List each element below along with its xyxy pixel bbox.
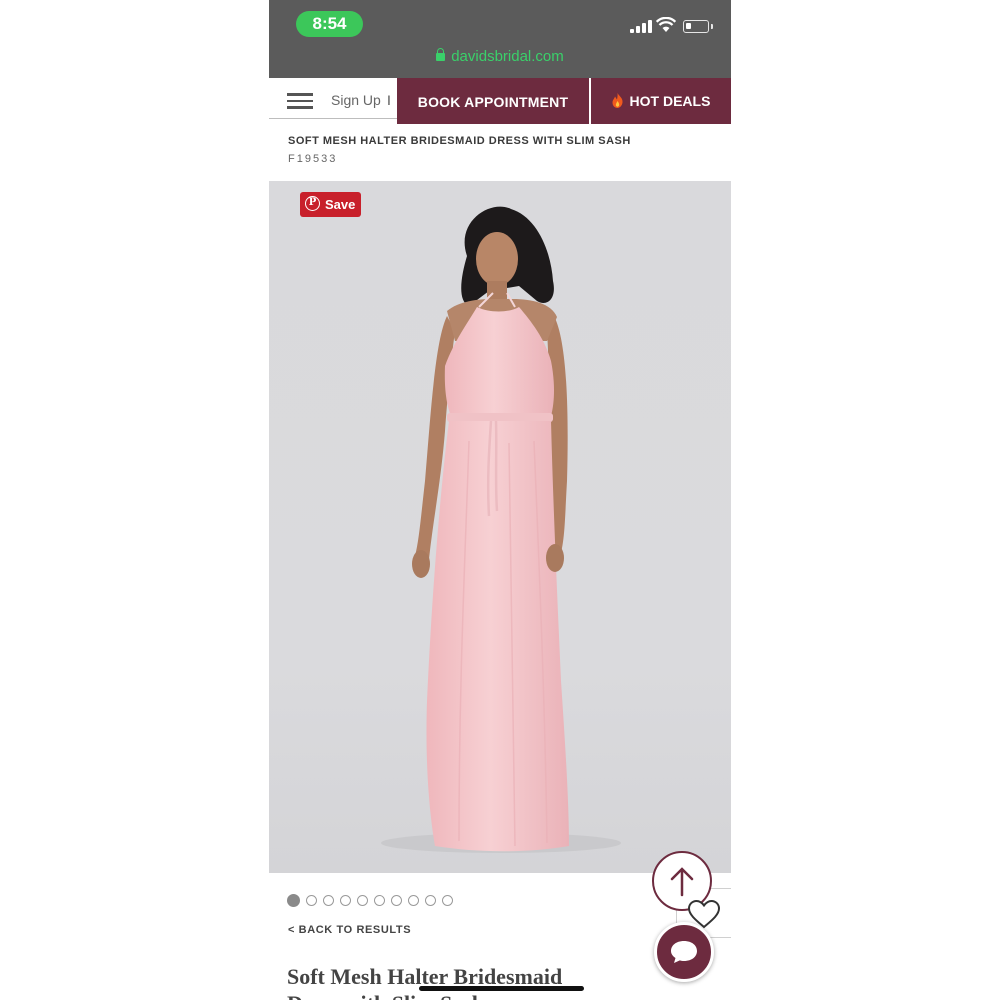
carousel-dot[interactable]	[287, 894, 300, 907]
signup-link[interactable]: Sign Up	[331, 92, 381, 108]
home-indicator	[419, 986, 584, 991]
model-photo	[381, 206, 621, 853]
browser-top-bar: 8:54 davidsbridal.com	[269, 0, 731, 78]
status-time: 8:54	[296, 11, 363, 37]
product-title: Soft Mesh Halter Bridesmaid Dress with S…	[287, 964, 563, 1000]
pinterest-save-button[interactable]: P Save	[300, 192, 361, 217]
image-carousel-dots	[287, 893, 459, 907]
carousel-dot[interactable]	[391, 895, 402, 906]
chat-bubble-icon	[671, 941, 697, 963]
carousel-dot[interactable]	[408, 895, 419, 906]
battery-icon	[683, 20, 713, 33]
product-sku: F19533	[288, 153, 338, 165]
carousel-dot[interactable]	[306, 895, 317, 906]
save-label: Save	[325, 197, 356, 212]
carousel-dot[interactable]	[442, 895, 453, 906]
url-text: davidsbridal.com	[451, 48, 564, 65]
carousel-dot[interactable]	[357, 895, 368, 906]
hamburger-icon[interactable]	[287, 93, 313, 109]
lock-icon	[436, 48, 446, 61]
pinterest-icon: P	[305, 196, 320, 211]
hot-deals-label: HOT DEALS	[629, 93, 711, 109]
flame-icon	[612, 93, 623, 108]
signal-icon	[630, 20, 652, 33]
book-appointment-button[interactable]: BOOK APPOINTMENT	[397, 78, 589, 124]
carousel-dot[interactable]	[425, 895, 436, 906]
phone-screen: 8:54 davidsbridal.com Sign Up I BOOK APP…	[269, 0, 731, 1000]
hot-deals-button[interactable]: HOT DEALS	[591, 78, 731, 124]
carousel-dot[interactable]	[374, 895, 385, 906]
carousel-dot[interactable]	[340, 895, 351, 906]
chat-button[interactable]	[654, 922, 714, 982]
carousel-dot[interactable]	[323, 895, 334, 906]
product-header-title: SOFT MESH HALTER BRIDESMAID DRESS WITH S…	[288, 135, 631, 147]
signup-separator: I	[387, 92, 391, 108]
nav-divider	[269, 118, 397, 119]
url-bar[interactable]: davidsbridal.com	[269, 48, 731, 65]
product-image[interactable]	[269, 181, 731, 873]
back-to-results-link[interactable]: < BACK TO RESULTS	[288, 924, 411, 936]
wifi-icon	[656, 17, 676, 32]
